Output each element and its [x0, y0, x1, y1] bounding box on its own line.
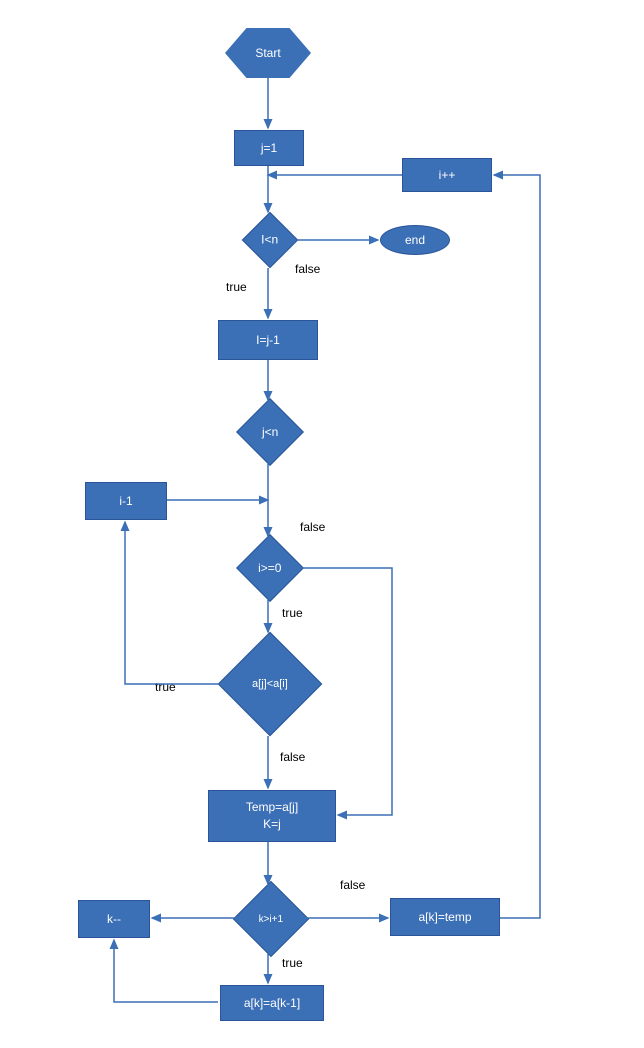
i-minus-1-label: i-1 [119, 494, 132, 508]
set-i-label: I=j-1 [256, 333, 280, 347]
cond-aj-ai-node: a[j]<a[i] [218, 632, 323, 737]
cond-ige0-node: i>=0 [236, 534, 304, 602]
ak-temp-node: a[k]=temp [390, 898, 500, 936]
ak-ak1-node: a[k]=a[k-1] [220, 985, 324, 1021]
end-node: end [380, 225, 450, 255]
init-j-node: j=1 [234, 130, 304, 166]
cond-jln-node: j<n [236, 398, 304, 466]
start-label: Start [255, 46, 280, 60]
false-label-4: false [340, 878, 365, 892]
cond-jln-label: j<n [262, 425, 278, 439]
k-dec-node: k-- [78, 900, 150, 938]
cond-aj-ai-label: a[j]<a[i] [252, 678, 288, 690]
cond-ige0-label: i>=0 [258, 561, 281, 575]
set-i-node: I=j-1 [218, 320, 318, 360]
inc-i-node: i++ [402, 158, 492, 192]
true-label-2: true [282, 606, 303, 620]
temp-block-node: Temp=a[j] K=j [208, 790, 336, 842]
false-label-2: false [300, 520, 325, 534]
k-dec-label: k-- [107, 912, 121, 926]
temp-block-label: Temp=a[j] K=j [246, 799, 298, 833]
ak-temp-label: a[k]=temp [418, 910, 471, 924]
true-label-3: true [155, 680, 176, 694]
cond-ki1-label: k>i+1 [259, 914, 283, 925]
cond-iln-node: I<n [242, 212, 299, 269]
false-label-1: false [295, 262, 320, 276]
start-node: Start [225, 28, 311, 78]
cond-ki1-node: k>i+1 [233, 881, 309, 957]
init-j-label: j=1 [261, 141, 277, 155]
end-label: end [405, 233, 425, 247]
true-label-1: true [226, 280, 247, 294]
cond-iln-label: I<n [261, 233, 278, 247]
i-minus-1-node: i-1 [85, 482, 167, 520]
ak-ak1-label: a[k]=a[k-1] [244, 996, 300, 1010]
true-label-4: true [282, 956, 303, 970]
false-label-3: false [280, 750, 305, 764]
inc-i-label: i++ [439, 168, 456, 182]
